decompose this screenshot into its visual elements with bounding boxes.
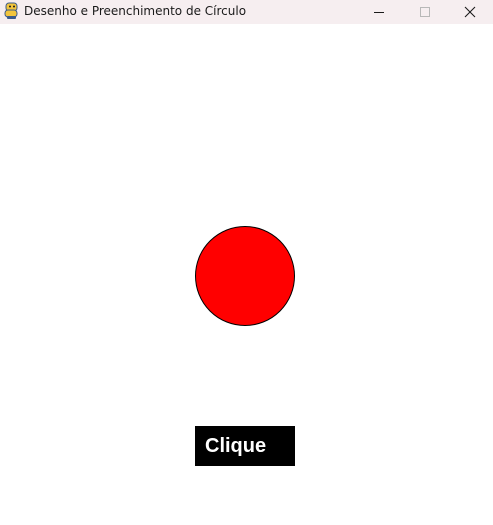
minimize-button[interactable] [356, 0, 402, 24]
close-icon [464, 3, 476, 22]
title-bar[interactable]: Desenho e Preenchimento de Círculo [0, 0, 493, 24]
close-button[interactable] [447, 0, 493, 24]
app-icon [4, 2, 20, 20]
filled-circle [195, 226, 295, 326]
clique-button[interactable]: Clique [195, 426, 295, 466]
drawing-canvas[interactable]: Clique [0, 24, 493, 525]
minimize-icon [373, 3, 385, 22]
maximize-button[interactable] [402, 0, 448, 24]
window-title: Desenho e Preenchimento de Círculo [24, 4, 247, 18]
maximize-icon [419, 3, 431, 22]
